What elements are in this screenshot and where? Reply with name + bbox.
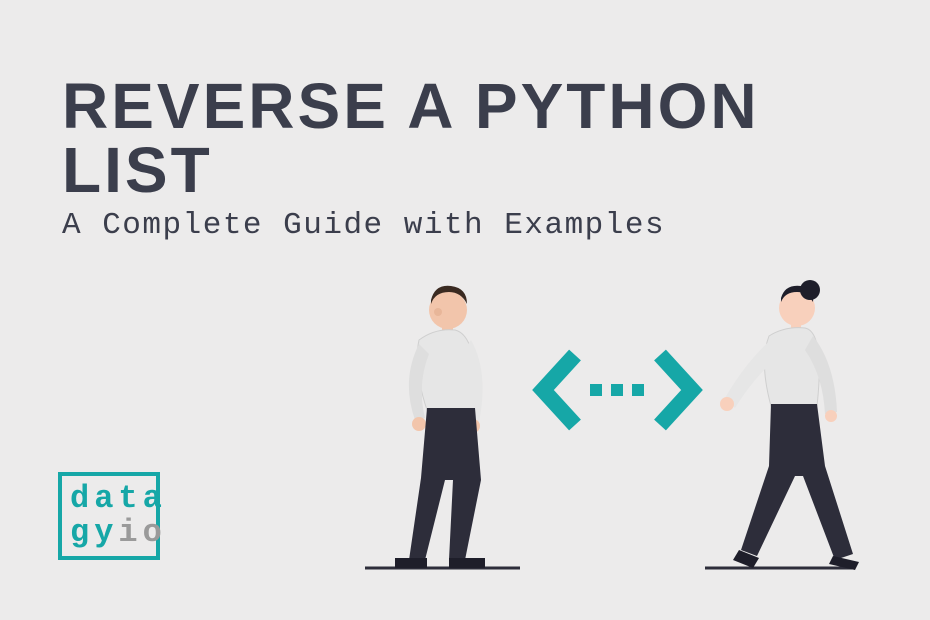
logo-line-1: data: [70, 482, 156, 516]
logo-text-data: data: [70, 480, 167, 517]
dot-icon-2: [611, 384, 623, 396]
logo-text-gy: gy: [70, 514, 118, 551]
chevron-right-icon: [660, 355, 692, 425]
illustration-two-people: [355, 280, 915, 580]
people-facing-svg: [355, 280, 915, 580]
person-right: [720, 280, 859, 570]
page-title: Reverse a Python List: [62, 74, 930, 202]
logo-text-io: io: [118, 514, 166, 551]
logo-line-2: gyio: [70, 516, 156, 550]
dot-icon-1: [590, 384, 602, 396]
person-left: [395, 286, 485, 568]
page-subtitle: A Complete Guide with Examples: [62, 208, 930, 243]
title-block: Reverse a Python List A Complete Guide w…: [62, 74, 930, 243]
chevron-left-icon: [543, 355, 575, 425]
dot-icon-3: [632, 384, 644, 396]
datagy-logo: data gyio: [58, 472, 160, 560]
